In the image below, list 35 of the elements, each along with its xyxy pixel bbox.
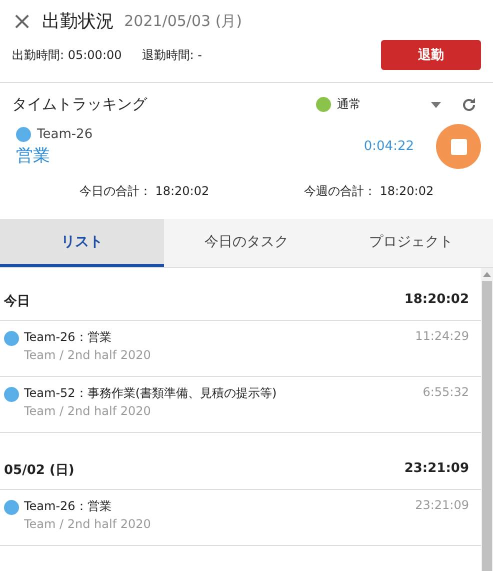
time-entry[interactable]: Team-26：営業 Team / 2nd half 2020 23:21:09	[0, 490, 481, 546]
group-total: 18:20:02	[404, 292, 469, 309]
scrollbar[interactable]	[481, 268, 493, 571]
entry-project: Team / 2nd half 2020	[24, 348, 151, 362]
week-total: 今週の合計： 18:20:02	[304, 183, 434, 200]
close-icon[interactable]: ×	[12, 9, 32, 33]
clock-out-button[interactable]: 退勤	[381, 40, 481, 70]
time-entry[interactable]: Team-52：事務作業(書類準備、見積の提示等) Team / 2nd half 2020 6:55:32	[0, 377, 481, 433]
team-label: Team-26	[37, 126, 93, 142]
time-entry[interactable]: Team-26：営業 Team / 2nd half 2020 11:24:29	[0, 321, 481, 377]
entry-project: Team / 2nd half 2020	[24, 404, 152, 418]
group-date: 05/02 (日)	[4, 462, 74, 479]
refresh-icon[interactable]	[461, 96, 477, 112]
today-total: 今日の合計： 18:20:02	[79, 183, 210, 200]
group-total: 23:21:09	[404, 461, 469, 478]
clock-out-time: 退勤時間: -	[142, 46, 202, 64]
stop-button[interactable]	[436, 124, 481, 169]
entry-project: Team / 2nd half 2020	[24, 517, 151, 531]
page-title: 出勤状況	[42, 10, 114, 33]
date-label: 2021/05/03 (月)	[124, 12, 242, 30]
group-date: 今日	[4, 293, 30, 310]
section-title: タイムトラッキング	[12, 95, 147, 114]
status-label[interactable]: 通常	[337, 96, 361, 113]
caret-icon[interactable]	[431, 102, 441, 108]
entry-title: Team-26：営業	[24, 329, 112, 346]
clock-in-time: 出勤時間: 05:00:00	[12, 46, 122, 64]
entry-title: Team-52：事務作業(書類準備、見積の提示等)	[24, 385, 277, 402]
entry-title: Team-26：営業	[24, 498, 112, 515]
entry-time: 11:24:29	[415, 329, 469, 343]
entry-time: 6:55:32	[422, 385, 469, 399]
scroll-up-icon[interactable]	[483, 272, 491, 277]
task-name: 営業	[16, 144, 51, 166]
tab[interactable]: リスト	[0, 219, 164, 267]
entry-time: 23:21:09	[415, 498, 469, 512]
elapsed-time: 0:04:22	[364, 139, 414, 154]
